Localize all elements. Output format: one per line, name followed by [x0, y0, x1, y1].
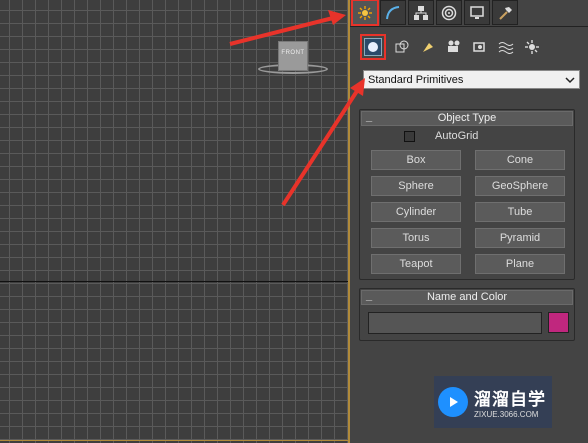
command-panel-tabs [350, 0, 588, 26]
name-and-color-rollout: _ Name and Color [359, 288, 575, 341]
tube-button[interactable]: Tube [475, 202, 565, 222]
tab-motion[interactable] [436, 0, 462, 25]
autogrid-label: AutoGrid [435, 130, 479, 142]
helpers-icon [473, 42, 485, 52]
display-monitor-icon [470, 5, 484, 19]
shapes-icon [395, 40, 409, 53]
teapot-button[interactable]: Teapot [371, 254, 461, 274]
collapse-icon: _ [366, 290, 373, 302]
tab-display[interactable] [464, 0, 490, 25]
create-sun-icon [358, 5, 372, 20]
category-lights[interactable] [418, 37, 438, 57]
category-systems[interactable] [522, 37, 542, 57]
viewcube-label: FRONT [281, 50, 305, 56]
object-type-header[interactable]: _ Object Type [361, 111, 573, 126]
hierarchy-icon [414, 5, 428, 20]
object-type-rollout: _ Object Type AutoGrid Box Cone Sphere G… [359, 109, 575, 280]
category-helpers[interactable] [470, 37, 490, 57]
object-type-title: Object Type [437, 112, 497, 124]
watermark-title: 溜溜自学 [474, 390, 546, 410]
category-cameras[interactable] [444, 37, 464, 57]
pyramid-button[interactable]: Pyramid [475, 228, 565, 248]
sphere-button[interactable]: Sphere [371, 176, 461, 196]
spacewarps-icon [498, 42, 514, 54]
geosphere-button[interactable]: GeoSphere [475, 176, 565, 196]
create-categories [360, 34, 542, 60]
modify-curve-icon [386, 5, 400, 19]
chevron-down-icon [565, 76, 575, 83]
name-and-color-title: Name and Color [426, 291, 508, 303]
category-geometry[interactable] [360, 34, 386, 60]
viewport-border [0, 440, 348, 441]
cylinder-button[interactable]: Cylinder [371, 202, 461, 222]
systems-icon [525, 40, 539, 54]
cone-button[interactable]: Cone [475, 150, 565, 170]
dropdown-selected-value: Standard Primitives [368, 73, 464, 86]
category-shapes[interactable] [392, 37, 412, 57]
watermark: 溜溜自学 ZIXUE.3066.COM [434, 376, 552, 428]
box-button[interactable]: Box [371, 150, 461, 170]
cameras-icon [448, 40, 460, 52]
tab-hierarchy[interactable] [408, 0, 434, 25]
play-logo-icon [438, 387, 468, 417]
tabs-divider [350, 26, 588, 27]
name-and-color-header[interactable]: _ Name and Color [361, 290, 573, 305]
tab-modify[interactable] [380, 0, 406, 25]
lights-icon [423, 43, 433, 52]
plane-button[interactable]: Plane [475, 254, 565, 274]
grid-axis-line [0, 281, 348, 282]
category-spacewarps[interactable] [496, 37, 516, 57]
object-color-swatch[interactable] [548, 312, 569, 333]
viewport-front[interactable]: FRONT [0, 0, 350, 443]
motion-icon [441, 5, 457, 20]
object-name-field[interactable] [368, 312, 542, 334]
watermark-url: ZIXUE.3066.COM [474, 410, 539, 419]
category-dropdown[interactable]: Standard Primitives [363, 70, 580, 89]
torus-button[interactable]: Torus [371, 228, 461, 248]
tab-create[interactable] [351, 0, 379, 26]
viewcube[interactable]: FRONT [278, 41, 308, 71]
autogrid-option[interactable]: AutoGrid [404, 130, 478, 142]
autogrid-checkbox[interactable] [404, 130, 415, 142]
collapse-icon: _ [366, 111, 373, 123]
utilities-hammer-icon [499, 6, 512, 20]
geometry-sphere-icon [368, 42, 378, 52]
tab-utilities[interactable] [492, 0, 518, 25]
